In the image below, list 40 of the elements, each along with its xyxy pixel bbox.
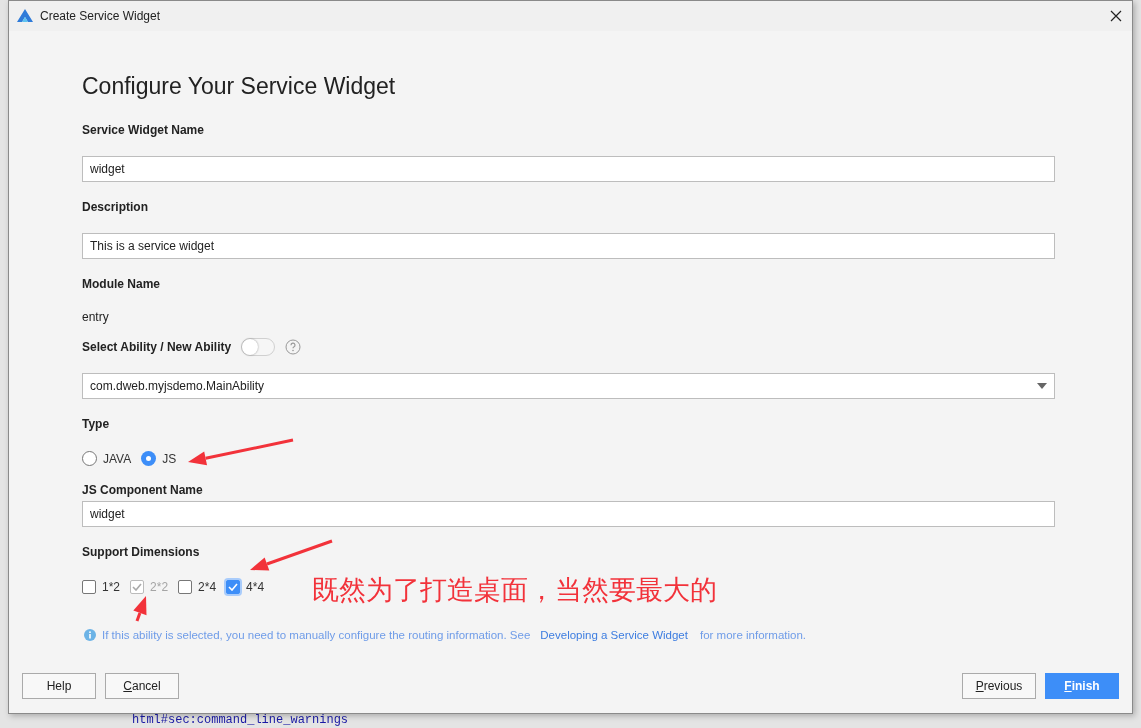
docs-link[interactable]: Developing a Service Widget [540, 629, 688, 641]
info-icon [84, 629, 96, 641]
input-field[interactable]: This is a service widget [82, 233, 1055, 259]
footer-button[interactable]: Previous [962, 673, 1036, 699]
field-label: Service Widget Name [82, 123, 204, 137]
checkbox-label: 1*2 [102, 579, 121, 594]
input-field[interactable]: widget [82, 156, 1055, 182]
checkbox[interactable] [178, 579, 193, 594]
footer-button[interactable]: Cancel [105, 673, 179, 699]
input-field[interactable]: widget [82, 501, 1055, 527]
annotation-note: 既然为了打造桌面，当然要最大的 [312, 573, 717, 607]
radio-button[interactable] [82, 451, 97, 466]
field-label: Select Ability / New Ability [82, 340, 232, 354]
radio-label: JS [162, 451, 177, 466]
window-title: Create Service Widget [40, 9, 162, 23]
ability-dropdown[interactable]: com.dweb.myjsdemo.MainAbility [82, 373, 1055, 399]
field-label: Description [82, 200, 148, 214]
field-value: entry [82, 310, 110, 324]
radio-button[interactable] [141, 451, 157, 466]
field-label: JS Component Name [82, 483, 203, 497]
field-label: Module Name [82, 277, 160, 291]
code-line: html#sec:command_line_warnings [132, 714, 349, 727]
toggle-switch[interactable] [241, 338, 276, 356]
field-label: Support Dimensions [82, 545, 200, 559]
info-text: for more information. [699, 629, 807, 641]
app-logo-icon [17, 9, 33, 23]
page-heading: Configure Your Service Widget [82, 73, 397, 100]
checkbox-label: 2*2 [150, 579, 169, 594]
info-text: If this ability is selected, you need to manually configure the routing information. See [102, 629, 531, 641]
checkbox[interactable] [82, 579, 96, 594]
help-icon[interactable] [285, 339, 302, 355]
checkbox-label: 4*4 [246, 579, 265, 594]
checkbox[interactable] [226, 579, 241, 594]
checkbox-label: 2*4 [198, 579, 217, 594]
arrow-drawing [133, 596, 147, 622]
close-button[interactable] [1108, 8, 1124, 24]
footer-button[interactable]: Help [22, 673, 96, 699]
dropdown-caret-icon [1037, 383, 1047, 389]
radio-label: JAVA [103, 451, 132, 466]
field-label: Type [82, 417, 110, 431]
